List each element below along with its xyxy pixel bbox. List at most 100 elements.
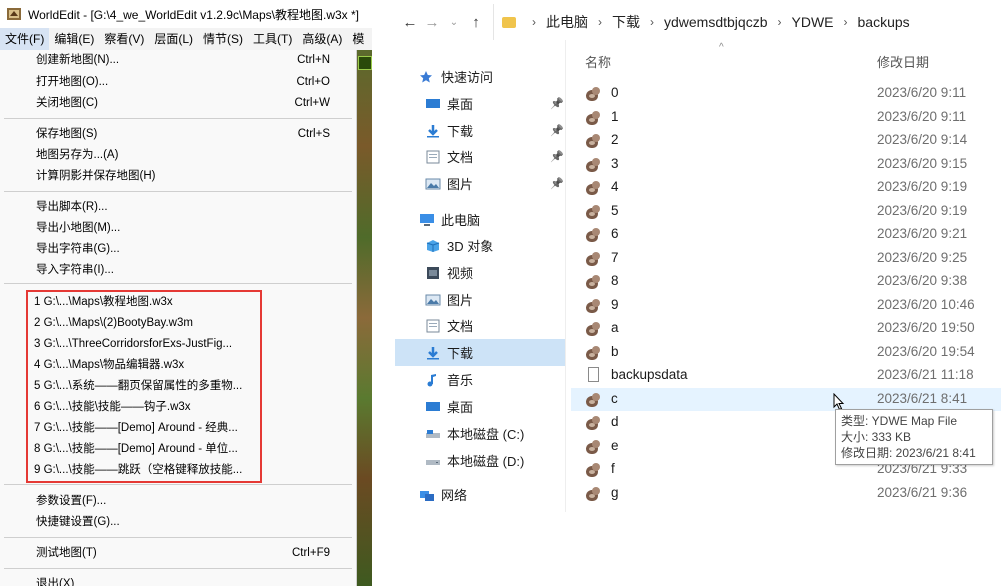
file-menu-item-10[interactable]: 参数设置(F)... bbox=[0, 491, 356, 512]
file-menu-item-1[interactable]: 打开地图(O)... Ctrl+O bbox=[0, 72, 356, 93]
nav-item-0[interactable]: 快速访问 bbox=[395, 63, 565, 90]
up-arrow-icon[interactable]: ↑ bbox=[465, 14, 487, 31]
file-menu-item-2[interactable]: 关闭地图(C) Ctrl+W bbox=[0, 93, 356, 114]
nav-item-8[interactable]: 图片 bbox=[395, 286, 565, 313]
address-toolbar: ← → ⌄ ↑ › 此电脑 › 下载 › ydwemsdtbjqczb › YDWE › bac… bbox=[395, 0, 1001, 44]
back-arrow-icon[interactable]: ← bbox=[399, 14, 421, 31]
file-row[interactable]: 3 2023/6/20 9:15 bbox=[571, 153, 1001, 177]
ydwe-map-file-icon bbox=[585, 486, 601, 502]
recent-locations-chevron-icon[interactable]: ⌄ bbox=[443, 17, 465, 28]
column-header-modified[interactable]: 修改日期 bbox=[877, 52, 929, 71]
document-icon bbox=[425, 319, 441, 333]
file-menu-item-13[interactable]: 退出(X) bbox=[0, 574, 356, 586]
nav-item-9[interactable]: 文档 bbox=[395, 312, 565, 339]
nav-item-13[interactable]: 本地磁盘 (C:) bbox=[395, 420, 565, 447]
file-row[interactable]: a 2023/6/20 19:50 bbox=[571, 317, 1001, 341]
file-row[interactable]: 1 2023/6/20 9:11 bbox=[571, 106, 1001, 130]
nav-item-4[interactable]: 图片 📌 bbox=[395, 170, 565, 197]
file-row[interactable]: 8 2023/6/20 9:38 bbox=[571, 270, 1001, 294]
file-row[interactable]: c 2023/6/21 8:41 bbox=[571, 387, 1001, 411]
file-menu-item-8[interactable]: 导出字符串(G)... bbox=[0, 239, 356, 260]
recent-file-item-6[interactable]: 7 G:\...\技能——[Demo] Around - 经典... bbox=[0, 418, 356, 439]
menubar-item-3[interactable]: 层面(L) bbox=[149, 28, 198, 50]
nav-item-7[interactable]: 视频 bbox=[395, 259, 565, 286]
file-modified-date: 2023/6/20 9:21 bbox=[877, 226, 968, 241]
file-modified-date: 2023/6/20 9:38 bbox=[877, 273, 968, 288]
menubar-item-1[interactable]: 编辑(E) bbox=[49, 28, 99, 50]
nav-item-10[interactable]: 下载 bbox=[395, 339, 565, 366]
menubar-item-5[interactable]: 工具(T) bbox=[248, 28, 297, 50]
file-row[interactable]: 4 2023/6/20 9:19 bbox=[571, 176, 1001, 200]
recent-file-item-2[interactable]: 3 G:\...\ThreeCorridorsforExs-JustFig... bbox=[0, 334, 356, 355]
recent-file-item-5[interactable]: 6 G:\...\技能\技能——钩子.w3x bbox=[0, 397, 356, 418]
file-row[interactable]: b 2023/6/20 19:54 bbox=[571, 341, 1001, 365]
nav-item-2[interactable]: 下载 📌 bbox=[395, 117, 565, 144]
file-modified-date: 2023/6/20 9:15 bbox=[877, 155, 968, 171]
chevron-right-icon[interactable]: › bbox=[770, 15, 790, 29]
recent-file-item-3[interactable]: 4 G:\...\Maps\物品编辑器.w3x bbox=[0, 355, 356, 376]
file-row[interactable]: 5 2023/6/20 9:19 bbox=[571, 200, 1001, 224]
recent-file-item-8[interactable]: 9 G:\...\技能——跳跃（空格键释放技能... bbox=[0, 460, 356, 481]
chevron-right-icon[interactable]: › bbox=[524, 15, 544, 29]
chevron-right-icon[interactable]: › bbox=[590, 15, 610, 29]
chevron-right-icon[interactable]: › bbox=[642, 15, 662, 29]
breadcrumb-item-2[interactable]: ydwemsdtbjqczb bbox=[662, 14, 770, 30]
chevron-right-icon[interactable]: › bbox=[836, 15, 856, 29]
file-menu-item-4[interactable]: 地图另存为...(A) bbox=[0, 145, 356, 166]
column-header-name[interactable]: 名称 bbox=[585, 52, 611, 71]
recent-file-item-0[interactable]: 1 G:\...\Maps\教程地图.w3x bbox=[0, 292, 356, 313]
nav-item-11[interactable]: 音乐 bbox=[395, 366, 565, 393]
cube-icon bbox=[425, 239, 441, 253]
breadcrumb-item-4[interactable]: backups bbox=[856, 14, 912, 30]
file-row[interactable]: 0 2023/6/20 9:11 bbox=[571, 82, 1001, 106]
recent-file-item-4[interactable]: 5 G:\...\系统——翻页保留属性的多重物... bbox=[0, 376, 356, 397]
recent-file-item-7[interactable]: 8 G:\...\技能——[Demo] Around - 单位... bbox=[0, 439, 356, 460]
menubar-item-6[interactable]: 高级(A) bbox=[297, 28, 347, 50]
nav-item-label: 文档 bbox=[447, 150, 474, 165]
nav-item-14[interactable]: 本地磁盘 (D:) bbox=[395, 447, 565, 474]
file-menu-item-5[interactable]: 计算阴影并保存地图(H) bbox=[0, 166, 356, 187]
breadcrumb-item-0[interactable]: 此电脑 bbox=[544, 12, 590, 32]
forward-arrow-icon[interactable]: → bbox=[421, 14, 443, 31]
menubar-item-0[interactable]: 文件(F) bbox=[0, 28, 50, 50]
nav-item-5[interactable]: 此电脑 bbox=[395, 206, 565, 233]
file-menu-item-6[interactable]: 导出脚本(R)... bbox=[0, 197, 356, 218]
file-menu-item-9[interactable]: 导入字符串(I)... bbox=[0, 260, 356, 281]
file-row[interactable]: 2 2023/6/20 9:14 bbox=[571, 129, 1001, 153]
file-menu-item-0[interactable]: 创建新地图(N)... Ctrl+N bbox=[0, 50, 356, 71]
nav-item-3[interactable]: 文档 📌 bbox=[395, 143, 565, 170]
menubar-item-7[interactable]: 模 bbox=[347, 28, 369, 50]
file-menu-item-11[interactable]: 快捷键设置(G)... bbox=[0, 512, 356, 533]
nav-item-1[interactable]: 桌面 📌 bbox=[395, 90, 565, 117]
menu-item-label: 测试地图(T) bbox=[36, 547, 97, 559]
menubar-item-2[interactable]: 察看(V) bbox=[99, 28, 149, 50]
ydwe-map-file-icon bbox=[585, 204, 601, 220]
menu-item-shortcut: Ctrl+N bbox=[297, 54, 330, 66]
breadcrumb[interactable]: › 此电脑 › 下载 › ydwemsdtbjqczb › YDWE › backups bbox=[493, 4, 1001, 40]
nav-item-label: 图片 bbox=[447, 293, 474, 308]
menu-item-shortcut: Ctrl+W bbox=[294, 97, 330, 109]
file-row[interactable]: 6 2023/6/20 9:21 bbox=[571, 223, 1001, 247]
breadcrumb-item-3[interactable]: YDWE bbox=[790, 14, 836, 30]
file-name: 3 bbox=[611, 155, 619, 171]
menubar-item-4[interactable]: 情节(S) bbox=[198, 28, 248, 50]
recent-file-item-1[interactable]: 2 G:\...\Maps\(2)BootyBay.w3m bbox=[0, 313, 356, 334]
map-viewport[interactable] bbox=[356, 50, 372, 586]
menu-item-shortcut: Ctrl+F9 bbox=[291, 547, 330, 559]
breadcrumb-item-1[interactable]: 下载 bbox=[610, 12, 642, 32]
nav-item-12[interactable]: 桌面 bbox=[395, 393, 565, 420]
file-row[interactable]: g 2023/6/21 9:36 bbox=[571, 482, 1001, 506]
file-menu-item-3[interactable]: 保存地图(S) Ctrl+S bbox=[0, 124, 356, 145]
file-row[interactable]: backupsdata 2023/6/21 11:18 bbox=[571, 364, 1001, 388]
file-menu-item-7[interactable]: 导出小地图(M)... bbox=[0, 218, 356, 239]
file-row[interactable]: 7 2023/6/20 9:25 bbox=[571, 247, 1001, 271]
file-name: 9 bbox=[611, 296, 619, 312]
tooltip-date: 修改日期: 2023/6/21 8:41 bbox=[841, 446, 976, 460]
document-icon bbox=[425, 150, 441, 164]
file-row[interactable]: 9 2023/6/20 10:46 bbox=[571, 294, 1001, 318]
pane-divider[interactable] bbox=[565, 40, 566, 512]
menu-item-label: 地图另存为...(A) bbox=[36, 149, 119, 161]
nav-item-6[interactable]: 3D 对象 bbox=[395, 232, 565, 259]
file-menu-item-12[interactable]: 测试地图(T) Ctrl+F9 bbox=[0, 543, 356, 564]
nav-item-15[interactable]: 网络 bbox=[395, 481, 565, 508]
